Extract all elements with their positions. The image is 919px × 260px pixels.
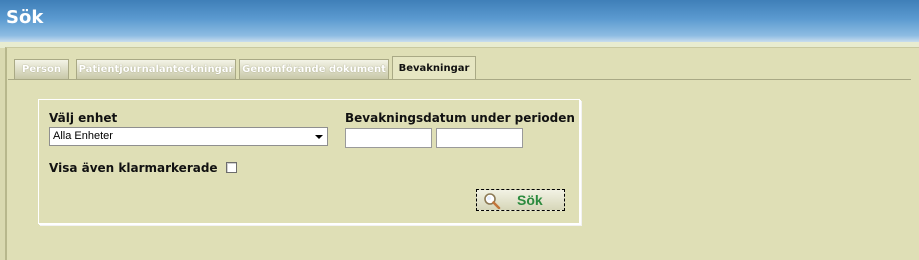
search-button[interactable]: Sök xyxy=(476,189,565,211)
unit-label: Välj enhet xyxy=(49,111,118,125)
tab-label: Bevakningar xyxy=(398,63,470,74)
tab-strip: Person Patientjournalanteckningar Genomf… xyxy=(8,56,919,80)
title-bar: Sök xyxy=(0,0,919,42)
period-label: Bevakningsdatum under perioden xyxy=(345,111,575,125)
tab-label: Patientjournalanteckningar xyxy=(78,64,234,75)
search-form: Välj enhet Alla Enheter Bevakningsdatum … xyxy=(38,99,580,224)
search-button-label: Sök xyxy=(517,192,543,208)
page-title: Sök xyxy=(6,7,44,28)
date-to-input[interactable] xyxy=(436,128,523,148)
chevron-down-icon xyxy=(315,135,323,139)
magnifier-icon xyxy=(484,193,501,209)
show-done-checkbox[interactable] xyxy=(226,162,237,173)
tab-label: Genomförande dokument xyxy=(242,64,386,75)
tab-genomforande-dokument[interactable]: Genomförande dokument xyxy=(239,59,389,79)
unit-select[interactable]: Alla Enheter xyxy=(49,127,328,146)
tab-bevakningar[interactable]: Bevakningar xyxy=(392,56,476,80)
tab-label: Person xyxy=(22,64,61,75)
tab-person[interactable]: Person xyxy=(14,59,69,79)
unit-select-value: Alla Enheter xyxy=(53,130,113,142)
tab-patientjournalanteckningar[interactable]: Patientjournalanteckningar xyxy=(76,59,236,79)
show-done-label: Visa även klarmarkerade xyxy=(49,161,218,175)
date-from-input[interactable] xyxy=(345,128,432,148)
